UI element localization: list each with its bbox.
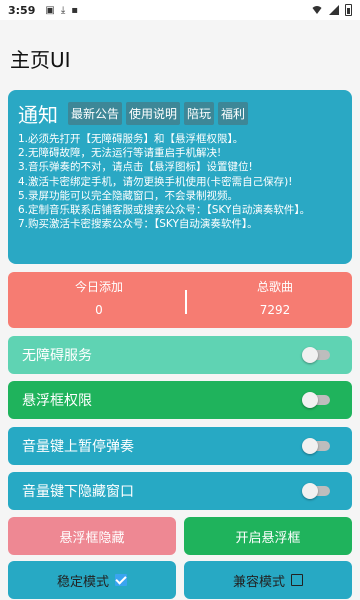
tag-latest-notice[interactable]: 最新公告 — [68, 101, 123, 125]
toggle-label: 悬浮框权限 — [22, 393, 92, 409]
stat-today-value: 0 — [95, 303, 103, 317]
stats-card: 今日添加 0 总歌曲 7292 — [8, 272, 352, 328]
volume-up-switch[interactable] — [302, 438, 330, 454]
notice-text: 1.必须先打开【无障碍服务】和【悬浮框权限】。 2.无障碍故障，无法运行等请重启… — [18, 132, 342, 231]
tag-companion[interactable]: 陪玩 — [184, 101, 215, 125]
signal-icon — [329, 5, 339, 15]
tag-instructions[interactable]: 使用说明 — [126, 101, 181, 125]
hide-float-label: 悬浮框隐藏 — [59, 530, 125, 546]
toggle-volume-down-hide[interactable]: 音量键下隐藏窗口 — [8, 472, 352, 510]
stat-total: 总歌曲 7292 — [200, 278, 350, 317]
status-bar: 3:59 ▣ ⤓ ▪ — [0, 0, 360, 20]
tag-welfare[interactable]: 福利 — [218, 101, 249, 125]
sim-icon: ▪ — [71, 4, 79, 16]
stat-total-label: 总歌曲 — [256, 280, 293, 294]
wifi-icon — [311, 6, 323, 14]
toggle-volume-up-pause[interactable]: 音量键上暂停弹奏 — [8, 427, 352, 465]
download-icon: ⤓ — [60, 4, 66, 16]
notice-line: 5.录屏功能可以完全隐藏窗口，不会录制视频。 — [18, 189, 239, 202]
accessibility-switch[interactable] — [302, 347, 330, 363]
volume-down-switch[interactable] — [302, 483, 330, 499]
open-float-label: 开启悬浮框 — [235, 530, 301, 546]
stable-mode-button[interactable]: 稳定模式 — [8, 561, 176, 599]
status-time: 3:59 — [8, 3, 36, 17]
app-bar: 主页UI — [0, 20, 360, 88]
toggle-label: 无障碍服务 — [22, 348, 92, 364]
stat-total-value: 7292 — [259, 303, 291, 317]
notice-header: 通知 最新公告 使用说明 陪玩 福利 — [18, 98, 342, 128]
notice-line: 1.必须先打开【无障碍服务】和【悬浮框权限】。 — [18, 133, 244, 145]
stat-today: 今日添加 0 — [24, 278, 174, 317]
compat-mode-button[interactable]: 兼容模式 — [184, 561, 352, 599]
stat-today-label: 今日添加 — [74, 280, 123, 294]
open-float-button[interactable]: 开启悬浮框 — [184, 517, 352, 555]
notice-line: 4.激活卡密绑定手机，请勿更换手机使用(卡密需自己保存)! — [18, 175, 293, 188]
notice-title: 通知 — [18, 102, 58, 127]
stable-mode-checkbox[interactable] — [115, 574, 127, 586]
hide-float-button[interactable]: 悬浮框隐藏 — [8, 517, 176, 555]
notice-line: 2.无障碍故障，无法运行等请重启手机解决! — [18, 147, 222, 160]
notice-card: 通知 最新公告 使用说明 陪玩 福利 1.必须先打开【无障碍服务】和【悬浮框权限… — [8, 90, 352, 264]
stable-mode-label: 稳定模式 — [56, 574, 109, 590]
stats-divider — [185, 290, 187, 314]
notice-line: 6.定制音乐联系店铺客服或搜索公众号：【SKY自动演奏软件】。 — [18, 204, 311, 217]
battery-icon — [345, 4, 352, 16]
float-permission-switch[interactable] — [302, 392, 330, 408]
notification-icon: ▣ — [45, 4, 55, 16]
toggle-float-permission[interactable]: 悬浮框权限 — [8, 381, 352, 419]
toggle-label: 音量键下隐藏窗口 — [22, 484, 134, 500]
compat-mode-checkbox[interactable] — [291, 574, 303, 586]
notice-line: 3.音乐弹奏的不对，请点击【悬浮图标】设置键位! — [18, 161, 253, 174]
toggle-accessibility-service[interactable]: 无障碍服务 — [8, 336, 352, 374]
notice-line: 7.购买激活卡密搜索公众号：【SKY自动演奏软件】。 — [18, 218, 258, 231]
page-title: 主页UI — [10, 48, 71, 72]
toggle-label: 音量键上暂停弹奏 — [22, 439, 134, 455]
compat-mode-label: 兼容模式 — [232, 574, 285, 590]
